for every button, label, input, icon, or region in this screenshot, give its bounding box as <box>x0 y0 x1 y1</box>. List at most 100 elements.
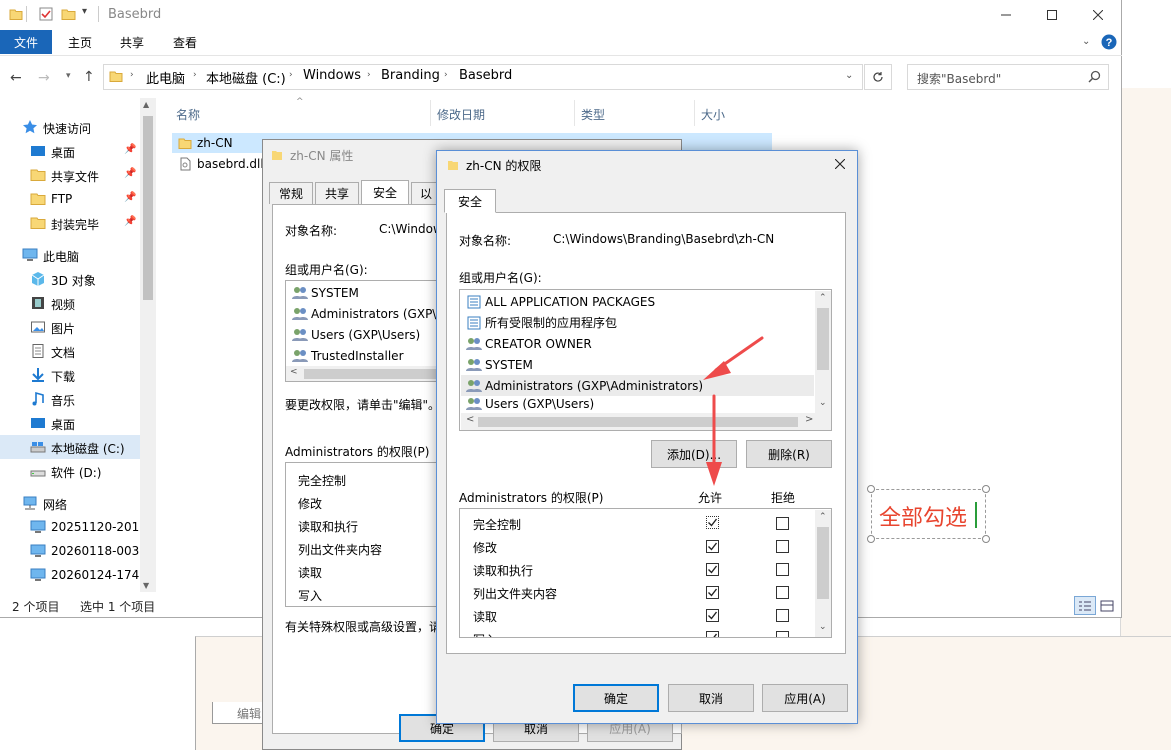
allow-write-checkbox[interactable] <box>706 631 719 637</box>
annotation-handle[interactable] <box>867 485 875 493</box>
nav-item-desktop[interactable]: 桌面 📌 <box>0 139 140 163</box>
breadcrumb-basebrd[interactable]: Basebrd <box>459 68 512 83</box>
chevron-right-icon[interactable]: › <box>367 70 371 80</box>
add-button[interactable]: 添加(D)... <box>651 440 737 468</box>
annotation-text[interactable]: 全部勾选 <box>879 500 967 532</box>
tab-security[interactable]: 安全 <box>361 180 409 204</box>
list-item-administrators[interactable]: Administrators (GXP\Administrators) <box>466 375 703 396</box>
tab-security[interactable]: 安全 <box>444 189 496 213</box>
permissions-ok-button[interactable]: 确定 <box>573 684 659 712</box>
scroll-down-icon[interactable]: ⌄ <box>819 398 827 408</box>
chevron-right-icon[interactable]: › <box>444 70 448 80</box>
scroll-down-icon[interactable]: ⌄ <box>819 622 827 632</box>
tab-home[interactable]: 主页 <box>58 30 102 54</box>
permissions-vertical-scroll-thumb[interactable] <box>817 527 829 599</box>
allow-modify-checkbox[interactable] <box>706 540 719 553</box>
nav-item-network-pc-1[interactable]: 20251120-2010 <box>0 515 147 539</box>
nav-item-network-pc-2[interactable]: 20260118-0038 <box>0 539 147 563</box>
back-icon[interactable]: ← <box>10 70 22 86</box>
up-icon[interactable]: ↑ <box>83 69 95 85</box>
list-item[interactable]: Administrators (GXP\A <box>292 303 445 324</box>
nav-item-shared-files[interactable]: 共享文件 📌 <box>0 163 140 187</box>
list-item[interactable]: 所有受限制的应用程序包 <box>466 312 617 333</box>
breadcrumb-drive-c[interactable]: 本地磁盘 (C:) <box>206 68 286 87</box>
nav-item-desktop-pc[interactable]: 桌面 <box>0 411 140 435</box>
annotation-handle[interactable] <box>867 535 875 543</box>
deny-full-control-checkbox[interactable] <box>776 517 789 530</box>
properties-icon[interactable] <box>38 6 54 22</box>
annotation-handle[interactable] <box>982 535 990 543</box>
breadcrumb-this-pc[interactable]: 此电脑 <box>146 68 185 87</box>
help-icon[interactable]: ? <box>1101 34 1117 50</box>
permissions-close-button[interactable] <box>826 153 854 175</box>
nav-quick-access[interactable]: 快速访问 <box>0 115 140 139</box>
ribbon-expand-icon[interactable]: ⌄ <box>1082 36 1090 47</box>
tab-view[interactable]: 查看 <box>163 30 207 54</box>
allow-read-execute-checkbox[interactable] <box>706 563 719 576</box>
chevron-right-icon[interactable]: › <box>193 70 197 80</box>
deny-read-execute-checkbox[interactable] <box>776 563 789 576</box>
scroll-up-icon[interactable]: ▲ <box>143 100 149 109</box>
refresh-button[interactable] <box>864 64 892 90</box>
nav-item-documents[interactable]: 文档 <box>0 339 140 363</box>
close-button[interactable] <box>1075 0 1121 30</box>
nav-item-downloads[interactable]: 下载 <box>0 363 140 387</box>
list-item[interactable]: ALL APPLICATION PACKAGES <box>466 291 655 312</box>
allow-read-checkbox[interactable] <box>706 609 719 622</box>
scroll-left-icon[interactable]: < <box>466 414 474 425</box>
scroll-up-icon[interactable]: ⌃ <box>819 512 827 522</box>
list-item[interactable]: SYSTEM <box>466 354 533 375</box>
horizontal-scroll-thumb[interactable] <box>304 369 436 379</box>
scroll-right-icon[interactable]: > <box>805 414 813 425</box>
users-listbox[interactable]: SYSTEM Administrators (GXP\A Users (GXP\… <box>285 280 445 382</box>
details-view-button[interactable] <box>1074 596 1096 615</box>
permissions-apply-button[interactable]: 应用(A) <box>762 684 848 712</box>
deny-list-folder-checkbox[interactable] <box>776 586 789 599</box>
pin-icon[interactable]: 📌 <box>124 216 136 227</box>
users-vertical-scroll-thumb[interactable] <box>817 308 829 370</box>
users-horizontal-scroll-thumb[interactable] <box>478 417 798 427</box>
allow-list-folder-checkbox[interactable] <box>706 586 719 599</box>
tab-sharing[interactable]: 共享 <box>315 182 359 204</box>
deny-modify-checkbox[interactable] <box>776 540 789 553</box>
chevron-right-icon[interactable]: › <box>130 70 134 80</box>
new-folder-icon[interactable] <box>61 6 77 22</box>
annotation-handle[interactable] <box>982 485 990 493</box>
chevron-down-icon[interactable]: ⌄ <box>845 70 853 81</box>
list-item[interactable]: SYSTEM <box>292 282 359 303</box>
list-item[interactable]: CREATOR OWNER <box>466 333 592 354</box>
nav-item-drive-d[interactable]: 软件 (D:) <box>0 459 140 483</box>
large-icons-view-button[interactable] <box>1098 597 1116 614</box>
chevron-right-icon[interactable]: › <box>289 70 293 80</box>
pin-icon[interactable]: 📌 <box>124 192 136 203</box>
nav-item-pictures[interactable]: 图片 <box>0 315 140 339</box>
column-modified[interactable]: 修改日期 <box>437 106 485 123</box>
deny-write-checkbox[interactable] <box>776 631 789 637</box>
list-item[interactable]: Users (GXP\Users) <box>466 396 594 412</box>
tab-share[interactable]: 共享 <box>110 30 154 54</box>
users-listbox[interactable]: ALL APPLICATION PACKAGES 所有受限制的应用程序包 CRE… <box>459 289 832 431</box>
background-edit-tab[interactable]: 编辑 <box>212 702 268 724</box>
breadcrumb-windows[interactable]: Windows <box>303 68 361 83</box>
search-input[interactable]: 搜索"Basebrd" <box>907 64 1109 90</box>
nav-item-videos[interactable]: 视频 <box>0 291 140 315</box>
nav-item-network-pc-3[interactable]: 20260124-1746 <box>0 563 147 587</box>
breadcrumb-branding[interactable]: Branding <box>381 68 440 83</box>
remove-button[interactable]: 删除(R) <box>746 440 832 468</box>
nav-this-pc[interactable]: 此电脑 <box>0 243 140 267</box>
column-size[interactable]: 大小 <box>701 106 725 123</box>
nav-network[interactable]: 网络 <box>0 491 140 515</box>
pin-icon[interactable]: 📌 <box>124 144 136 155</box>
scroll-up-icon[interactable]: ⌃ <box>819 293 827 303</box>
tab-file[interactable]: 文件 <box>0 30 52 54</box>
list-item[interactable]: Users (GXP\Users) <box>292 324 420 345</box>
nav-item-ftp[interactable]: FTP 📌 <box>0 187 140 211</box>
tab-previous-versions[interactable]: 以 <box>411 182 439 204</box>
allow-full-control-checkbox[interactable] <box>706 516 719 529</box>
column-name[interactable]: 名称 <box>176 106 200 123</box>
column-type[interactable]: 类型 <box>581 106 605 123</box>
forward-icon[interactable]: → <box>38 70 50 86</box>
maximize-button[interactable] <box>1029 0 1075 30</box>
nav-item-3d-objects[interactable]: 3D 对象 <box>0 267 140 291</box>
deny-read-checkbox[interactable] <box>776 609 789 622</box>
